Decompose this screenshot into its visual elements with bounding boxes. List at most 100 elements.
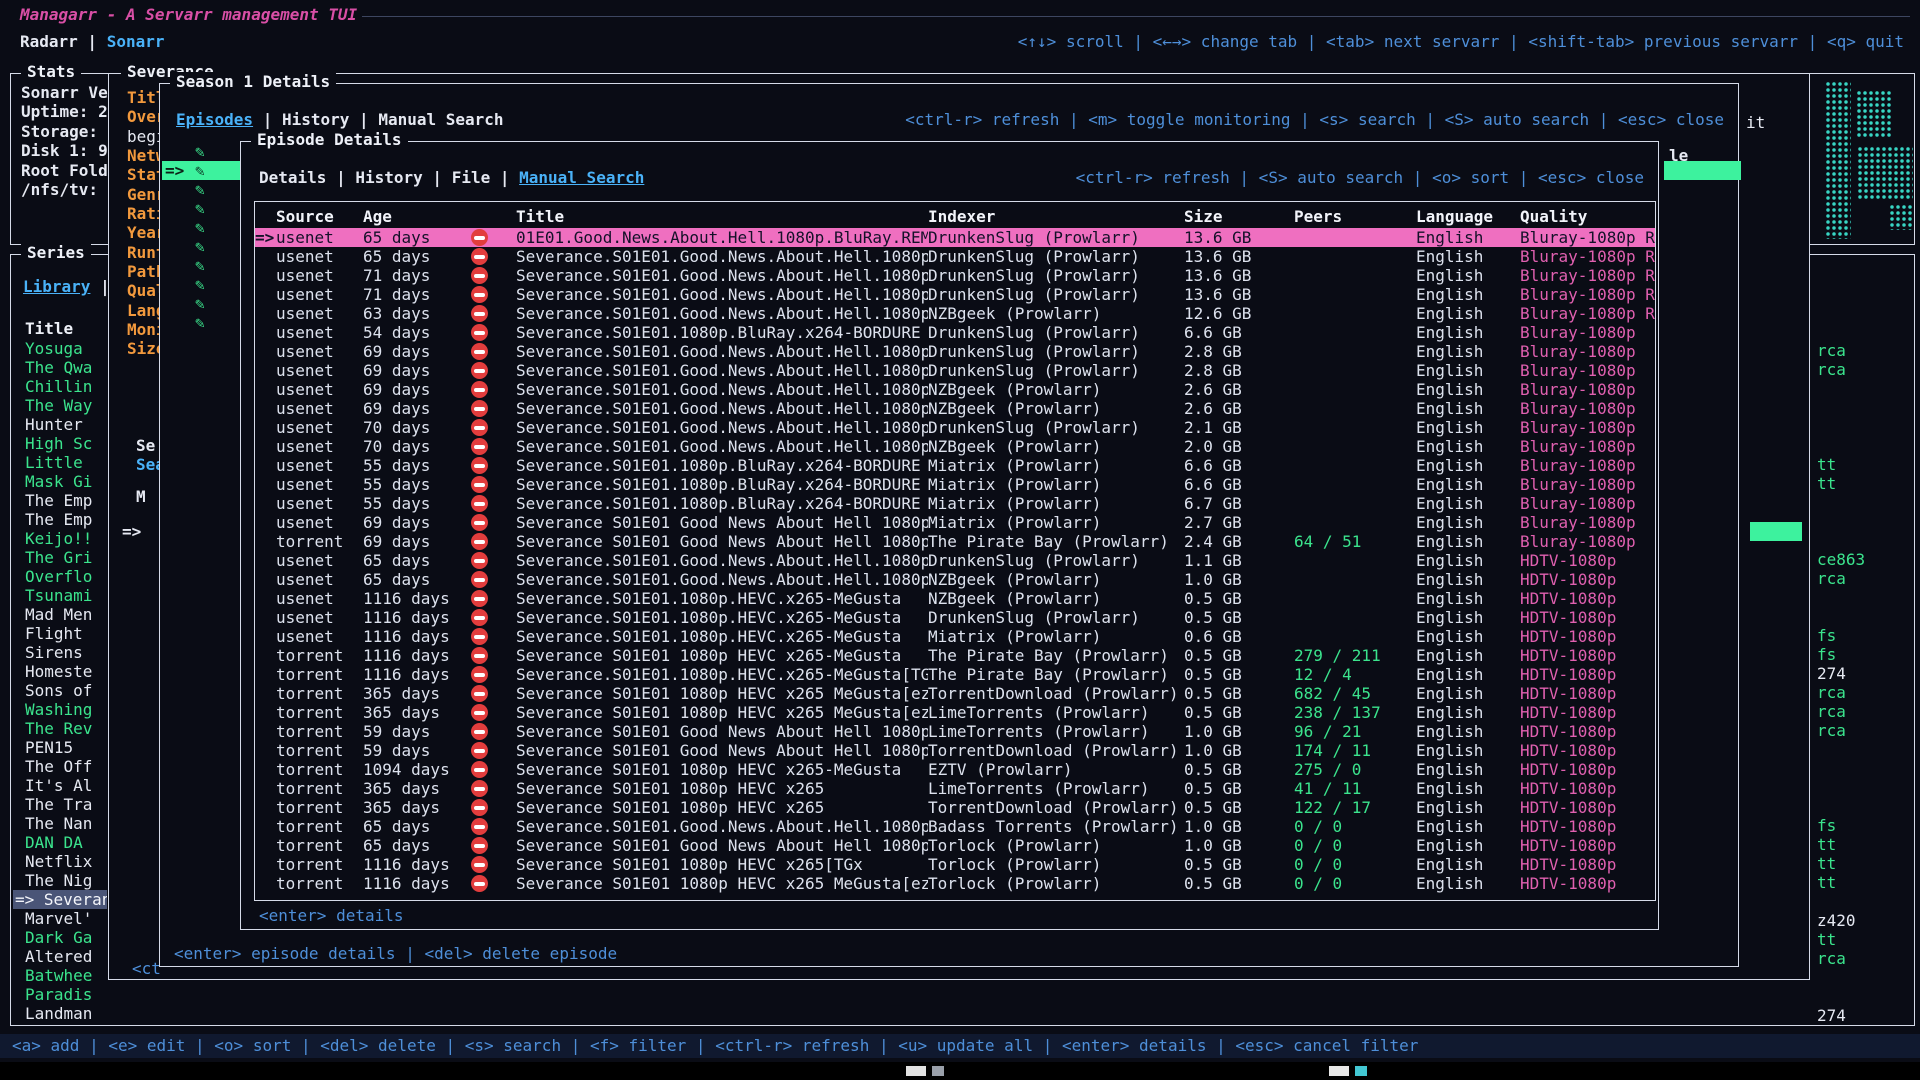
column-header[interactable] — [471, 207, 516, 226]
series-item[interactable]: The Tra — [13, 795, 107, 814]
episode-row[interactable]: ✎ — [162, 180, 242, 199]
tab-library[interactable]: Library — [23, 277, 90, 296]
season-tab[interactable]: Manual Search — [349, 110, 503, 129]
release-row[interactable]: torrent 1116 days Severance.S01E01.1080p… — [255, 665, 1655, 684]
release-row[interactable]: usenet 1116 days Severance.S01E01.1080p.… — [255, 589, 1655, 608]
series-item[interactable]: Marvel' — [13, 909, 107, 928]
column-header[interactable] — [255, 207, 276, 226]
episode-row[interactable]: ✎ — [162, 237, 242, 256]
servarr-tab[interactable]: Radarr — [20, 32, 78, 51]
series-item[interactable]: Hunter — [13, 415, 107, 434]
column-header[interactable]: Size — [1184, 207, 1294, 226]
release-row[interactable]: usenet 1116 days Severance.S01E01.1080p.… — [255, 627, 1655, 646]
release-row[interactable]: usenet 69 days Severance.S01E01.Good.New… — [255, 380, 1655, 399]
series-item[interactable]: It's Al — [13, 776, 107, 795]
release-row[interactable]: usenet 69 days Severance.S01E01.Good.New… — [255, 399, 1655, 418]
series-item[interactable]: The Emp — [13, 510, 107, 529]
episode-tab[interactable]: History — [326, 168, 422, 187]
series-item[interactable]: Netflix — [13, 852, 107, 871]
episode-tab[interactable]: File — [423, 168, 490, 187]
episode-row[interactable]: ✎ — [162, 313, 242, 332]
episode-row[interactable]: ✎ — [162, 142, 242, 161]
series-item[interactable]: Altered — [13, 947, 107, 966]
release-row[interactable]: torrent 69 days Severance S01E01 Good Ne… — [255, 532, 1655, 551]
column-header[interactable]: Language — [1416, 207, 1520, 226]
release-row[interactable]: usenet 55 days Severance.S01E01.1080p.Bl… — [255, 475, 1655, 494]
episode-row[interactable]: ✎ — [162, 294, 242, 313]
release-row[interactable]: usenet 70 days Severance.S01E01.Good.New… — [255, 437, 1655, 456]
series-item[interactable]: Mask Gi — [13, 472, 107, 491]
series-item[interactable]: The Qwa — [13, 358, 107, 377]
servarr-tab[interactable]: Sonarr — [78, 32, 165, 51]
episode-row[interactable]: ✎ — [162, 199, 242, 218]
series-item[interactable]: Sons of — [13, 681, 107, 700]
column-header[interactable]: Title — [516, 207, 928, 226]
release-row[interactable]: torrent 1116 days Severance S01E01 1080p… — [255, 874, 1655, 893]
release-row[interactable]: torrent 365 days Severance S01E01 1080p … — [255, 703, 1655, 722]
series-item[interactable]: Yosuga — [13, 339, 107, 358]
series-item[interactable]: High Sc — [13, 434, 107, 453]
series-item[interactable]: Dark Ga — [13, 928, 107, 947]
release-row[interactable]: torrent 59 days Severance S01E01 Good Ne… — [255, 741, 1655, 760]
series-item[interactable]: The Nan — [13, 814, 107, 833]
release-row[interactable]: => usenet 65 days 01E01.Good.News.About.… — [255, 228, 1655, 247]
series-item[interactable]: Chillin — [13, 377, 107, 396]
series-item[interactable]: Tsunami — [13, 586, 107, 605]
release-row[interactable]: usenet 65 days Severance.S01E01.Good.New… — [255, 247, 1655, 266]
episode-row[interactable]: =>✎ — [162, 161, 242, 180]
series-item[interactable]: The Way — [13, 396, 107, 415]
column-header[interactable]: Source — [276, 207, 363, 226]
release-row[interactable]: usenet 70 days Severance.S01E01.Good.New… — [255, 418, 1655, 437]
series-item[interactable]: The Rev — [13, 719, 107, 738]
episode-row[interactable]: ✎ — [162, 256, 242, 275]
season-tab[interactable]: Episodes — [176, 110, 253, 129]
series-item[interactable]: Mad Men — [13, 605, 107, 624]
release-row[interactable]: torrent 59 days Severance S01E01 Good Ne… — [255, 722, 1655, 741]
series-item[interactable]: Flight — [13, 624, 107, 643]
release-row[interactable]: usenet 1116 days Severance.S01E01.1080p.… — [255, 608, 1655, 627]
release-row[interactable]: usenet 54 days Severance.S01E01.1080p.Bl… — [255, 323, 1655, 342]
column-header[interactable]: Indexer — [928, 207, 1184, 226]
release-row[interactable]: usenet 65 days Severance.S01E01.Good.New… — [255, 570, 1655, 589]
release-row[interactable]: usenet 69 days Severance.S01E01.Good.New… — [255, 361, 1655, 380]
series-item[interactable]: => Severan — [13, 890, 107, 909]
series-item[interactable]: Washing — [13, 700, 107, 719]
episode-tab[interactable]: Details — [259, 168, 326, 187]
series-item[interactable]: Little — [13, 453, 107, 472]
series-item[interactable]: The Emp — [13, 491, 107, 510]
season-tab[interactable]: History — [253, 110, 349, 129]
series-item[interactable]: Landman — [13, 1004, 107, 1023]
episode-row[interactable]: ✎ — [162, 275, 242, 294]
series-item[interactable]: Paradis — [13, 985, 107, 1004]
release-row[interactable]: usenet 69 days Severance S01E01 Good New… — [255, 513, 1655, 532]
series-item[interactable]: Batwhee — [13, 966, 107, 985]
column-header[interactable]: Age — [363, 207, 471, 226]
series-item[interactable]: Overflo — [13, 567, 107, 586]
episode-row[interactable]: ✎ — [162, 218, 242, 237]
release-row[interactable]: usenet 71 days Severance.S01E01.Good.New… — [255, 266, 1655, 285]
episode-tab[interactable]: Manual Search — [490, 168, 644, 187]
release-row[interactable]: usenet 69 days Severance.S01E01.Good.New… — [255, 342, 1655, 361]
series-item[interactable]: PEN15 — [13, 738, 107, 757]
release-row[interactable]: usenet 71 days Severance.S01E01.Good.New… — [255, 285, 1655, 304]
release-row[interactable]: torrent 365 days Severance S01E01 1080p … — [255, 684, 1655, 703]
release-row[interactable]: usenet 65 days Severance.S01E01.Good.New… — [255, 551, 1655, 570]
series-item[interactable]: The Nig — [13, 871, 107, 890]
column-header[interactable]: Quality — [1520, 207, 1655, 226]
series-item[interactable]: Homeste — [13, 662, 107, 681]
series-item[interactable]: Sirens — [13, 643, 107, 662]
series-item[interactable]: The Gri — [13, 548, 107, 567]
series-item[interactable]: DAN DA — [13, 833, 107, 852]
release-row[interactable]: torrent 365 days Severance S01E01 1080p … — [255, 798, 1655, 817]
release-row[interactable]: torrent 1094 days Severance S01E01 1080p… — [255, 760, 1655, 779]
column-header[interactable]: Peers — [1294, 207, 1416, 226]
release-row[interactable]: torrent 1116 days Severance S01E01 1080p… — [255, 855, 1655, 874]
release-row[interactable]: torrent 65 days Severance S01E01 Good Ne… — [255, 836, 1655, 855]
release-row[interactable]: torrent 365 days Severance S01E01 1080p … — [255, 779, 1655, 798]
release-row[interactable]: torrent 1116 days Severance S01E01 1080p… — [255, 646, 1655, 665]
release-row[interactable]: torrent 65 days Severance.S01E01.Good.Ne… — [255, 817, 1655, 836]
series-item[interactable]: Keijo!! — [13, 529, 107, 548]
release-row[interactable]: usenet 55 days Severance.S01E01.1080p.Bl… — [255, 456, 1655, 475]
release-row[interactable]: usenet 55 days Severance.S01E01.1080p.Bl… — [255, 494, 1655, 513]
release-row[interactable]: usenet 63 days Severance.S01E01.Good.New… — [255, 304, 1655, 323]
